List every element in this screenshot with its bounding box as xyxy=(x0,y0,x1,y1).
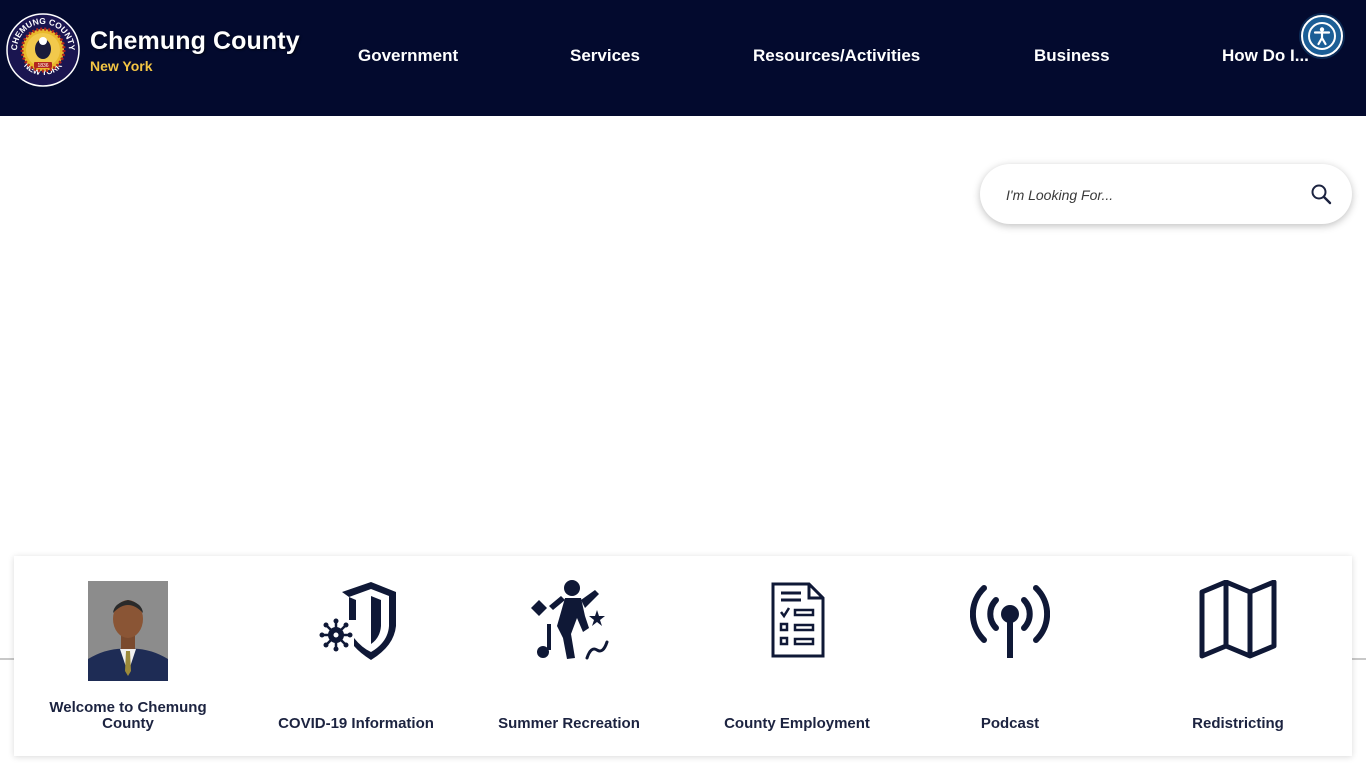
quick-link-label: COVID-19 Information xyxy=(278,715,434,732)
quick-link-podcast[interactable]: Podcast xyxy=(910,556,1110,756)
site-header: CHEMUNG COUNTY NEW YORK 1836 Chemung Cou… xyxy=(0,0,1366,116)
site-subtitle: New York xyxy=(90,58,153,74)
nav-resources-activities[interactable]: Resources/Activities xyxy=(753,46,920,66)
quick-link-welcome[interactable]: Welcome to Chemung County xyxy=(28,556,228,756)
dancing-person-icon xyxy=(531,580,609,660)
nav-services[interactable]: Services xyxy=(570,46,640,66)
nav-government[interactable]: Government xyxy=(358,46,458,66)
accessibility-button[interactable] xyxy=(1301,15,1343,57)
quick-link-label: Redistricting xyxy=(1192,715,1284,732)
nav-business[interactable]: Business xyxy=(1034,46,1110,66)
quick-link-county-employment[interactable]: County Employment xyxy=(697,556,897,756)
accessibility-icon xyxy=(1308,22,1336,50)
quick-link-label: Welcome to Chemung County xyxy=(49,699,207,732)
search-box xyxy=(980,164,1352,224)
nav-how-do-i[interactable]: How Do I... xyxy=(1222,46,1309,66)
portrait-photo xyxy=(88,581,168,681)
quick-link-summer-recreation[interactable]: Summer Recreation xyxy=(469,556,669,756)
quick-link-label: Summer Recreation xyxy=(498,715,640,732)
county-seal-logo[interactable]: CHEMUNG COUNTY NEW YORK 1836 xyxy=(6,13,80,87)
broadcast-icon xyxy=(970,585,1050,658)
virus-shield-icon xyxy=(319,582,396,660)
search-icon[interactable] xyxy=(1310,183,1332,205)
seal-year: 1836 xyxy=(37,63,48,69)
quick-link-redistricting[interactable]: Redistricting xyxy=(1138,556,1338,756)
quick-links-panel: Welcome to Chemung County COVID-19 Infor… xyxy=(14,556,1352,756)
search-input[interactable] xyxy=(1004,179,1308,211)
quick-link-label: County Employment xyxy=(724,715,870,732)
quick-link-covid[interactable]: COVID-19 Information xyxy=(256,556,456,756)
site-title[interactable]: Chemung County xyxy=(90,27,300,56)
quick-link-label: Podcast xyxy=(980,715,1040,732)
checklist-icon xyxy=(771,582,825,658)
map-icon xyxy=(1199,580,1277,659)
